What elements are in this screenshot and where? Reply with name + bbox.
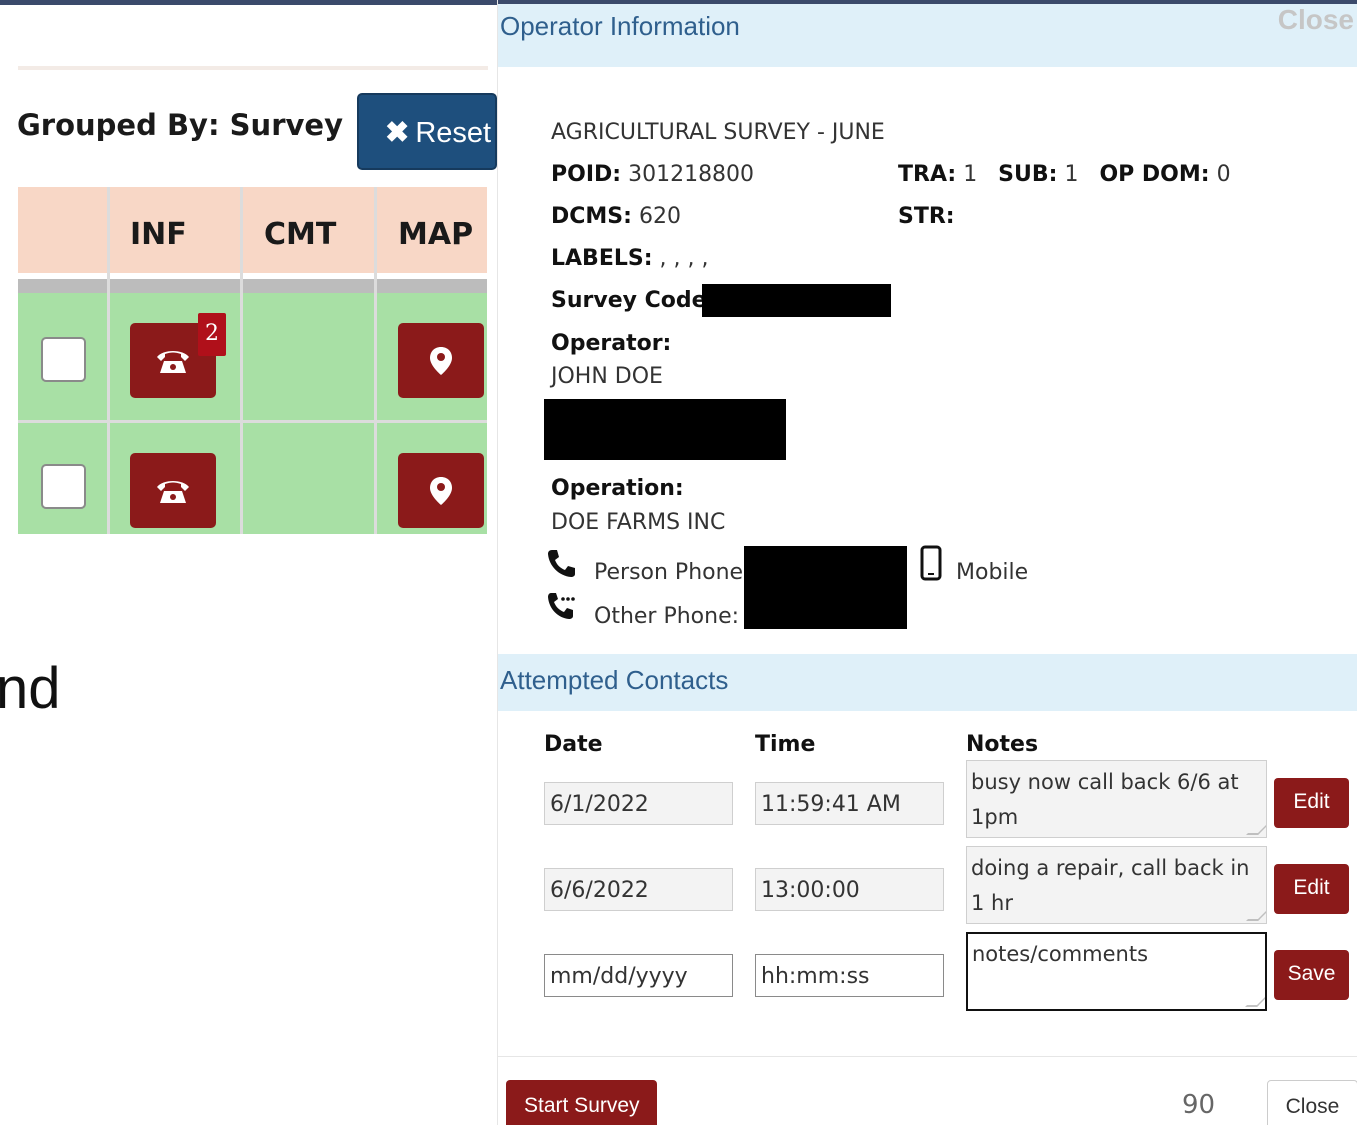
poid-value: 301218800 [628, 162, 755, 187]
start-survey-button[interactable]: Start Survey [506, 1080, 657, 1125]
map-button[interactable] [398, 323, 484, 398]
dcms-field: DCMS: 620 [551, 204, 681, 229]
survey-code-label: Survey Code: [551, 288, 716, 313]
contact-notes-field[interactable]: doing a repair, call back in 1 hr [966, 846, 1267, 924]
modal-close-link[interactable]: Close [1278, 4, 1354, 36]
phone-icon [157, 480, 189, 503]
row-divider [18, 420, 487, 423]
phone-dots-icon [546, 591, 578, 621]
attempted-contacts-title: Attempted Contacts [500, 665, 729, 695]
contact-notes-text: doing a repair, call back in 1 hr [971, 856, 1250, 915]
survey-name: AGRICULTURAL SURVEY - JUNE [551, 120, 885, 145]
mobile-phone-icon [920, 545, 942, 581]
dcms-label: DCMS: [551, 204, 632, 229]
sub-value: 1 [1064, 162, 1079, 187]
save-button[interactable]: Save [1274, 950, 1349, 1000]
opdom-label: OP DOM: [1099, 162, 1210, 187]
divider [18, 66, 488, 70]
partial-text: nd [0, 656, 61, 721]
contact-time-field[interactable]: 11:59:41 AM [755, 782, 944, 825]
operator-label: Operator: [551, 331, 671, 356]
mobile-label: Mobile [956, 560, 1029, 585]
map-button[interactable] [398, 453, 484, 528]
operation-name: DOE FARMS INC [551, 510, 726, 535]
phone-icon [157, 350, 189, 373]
date-column-header: Date [544, 732, 603, 757]
column-divider [374, 187, 377, 534]
modal-header: Operator Information Close [498, 4, 1357, 67]
column-header-inf[interactable]: INF [130, 187, 187, 273]
modal-title: Operator Information [500, 11, 740, 41]
sub-label: SUB: [998, 162, 1058, 187]
contact-time-field[interactable]: 13:00:00 [755, 868, 944, 911]
edit-button[interactable]: Edit [1274, 778, 1349, 828]
poid-field: POID: 301218800 [551, 162, 754, 187]
other-phone-label: Other Phone: [594, 604, 740, 629]
labels-label: LABELS: [551, 246, 653, 271]
resize-handle[interactable] [1246, 909, 1266, 921]
phone-button[interactable] [130, 453, 216, 528]
reset-button[interactable]: ✖ Reset [357, 93, 497, 170]
new-contact-date-input[interactable]: mm/dd/yyyy [544, 954, 733, 997]
tra-label: TRA: [898, 162, 957, 187]
contact-notes-field[interactable]: busy now call back 6/6 at 1pm [966, 760, 1267, 838]
results-grid: INF CMT MAP [18, 187, 487, 534]
count-value: 90 [1182, 1090, 1216, 1120]
close-icon: ✖ [385, 117, 410, 149]
operator-information-modal: Operator Information Close AGRICULTURAL … [497, 0, 1357, 1125]
resize-handle[interactable] [1245, 995, 1265, 1007]
group-row [18, 279, 487, 293]
screen: Grouped By: Survey ✖ Reset INF CMT MAP 2… [0, 0, 1357, 1125]
close-button[interactable]: Close [1267, 1080, 1357, 1125]
redacted-operator-details [544, 399, 786, 460]
resize-handle[interactable] [1246, 823, 1266, 835]
contact-notes-text: busy now call back 6/6 at 1pm [971, 770, 1239, 829]
operation-label: Operation: [551, 476, 684, 501]
grouped-by-label: Grouped By: Survey [17, 108, 343, 142]
operator-name: JOHN DOE [551, 364, 663, 389]
labels-value: , , , , [659, 246, 709, 271]
new-contact-notes-input[interactable]: notes/comments [966, 932, 1267, 1011]
notes-column-header: Notes [966, 732, 1039, 757]
map-marker-icon [430, 346, 452, 375]
operation-label-text: Operation: [551, 476, 684, 501]
survey-code-field: Survey Code: [551, 288, 715, 313]
str-label: STR: [898, 204, 955, 229]
row-checkbox[interactable] [41, 464, 86, 509]
operator-label-text: Operator: [551, 331, 672, 356]
labels-field: LABELS: , , , , [551, 246, 708, 271]
tra-sub-opdom: TRA: 1 SUB: 1 OP DOM: 0 [898, 162, 1231, 187]
redacted-phone-numbers [744, 546, 907, 629]
contact-date-field[interactable]: 6/6/2022 [544, 868, 733, 911]
time-column-header: Time [755, 732, 816, 757]
redacted-survey-code [702, 284, 891, 317]
inf-count-badge: 2 [198, 313, 226, 356]
tra-value: 1 [963, 162, 978, 187]
reset-label: Reset [415, 117, 492, 149]
new-contact-time-input[interactable]: hh:mm:ss [755, 954, 944, 997]
poid-label: POID: [551, 162, 622, 187]
person-phone-label: Person Phone: [594, 560, 751, 585]
column-divider [240, 187, 243, 534]
phone-icon [546, 548, 576, 578]
str-field: STR: [898, 204, 955, 229]
grid-header: INF CMT MAP [18, 187, 487, 273]
contact-date-field[interactable]: 6/1/2022 [544, 782, 733, 825]
column-header-map[interactable]: MAP [398, 187, 473, 273]
map-marker-icon [430, 476, 452, 505]
column-divider [107, 187, 110, 534]
notes-placeholder: notes/comments [972, 942, 1149, 966]
column-header-cmt[interactable]: CMT [264, 187, 336, 273]
attempted-contacts-header: Attempted Contacts [498, 654, 1357, 711]
opdom-value: 0 [1216, 162, 1231, 187]
row-checkbox[interactable] [41, 337, 86, 382]
edit-button[interactable]: Edit [1274, 864, 1349, 914]
dcms-value: 620 [638, 204, 681, 229]
footer-divider [498, 1056, 1357, 1057]
